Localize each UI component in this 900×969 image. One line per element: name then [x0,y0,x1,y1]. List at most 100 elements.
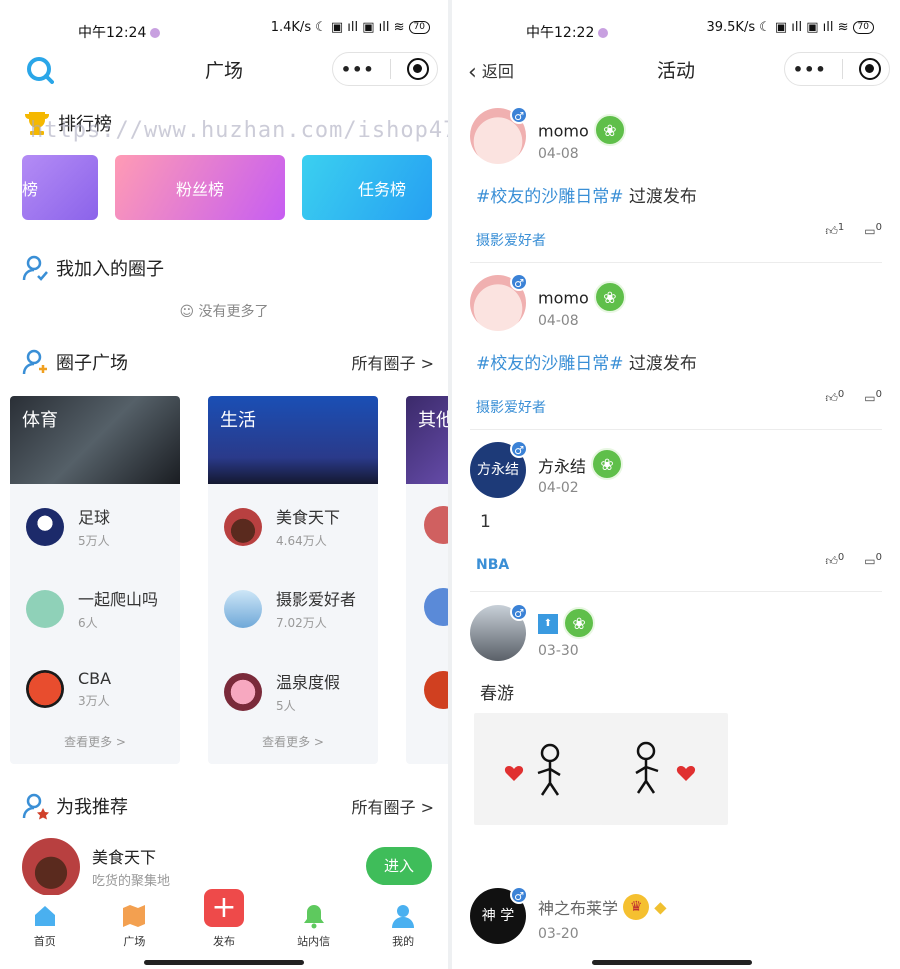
enter-circle-button[interactable]: 进入 [366,847,432,885]
post-circle-tag[interactable]: NBA [476,557,509,573]
tab-home[interactable]: 首页 [0,895,90,955]
user-icon [392,905,415,928]
mini-program-capsule: ••• [784,52,890,86]
diamond-icon: ◆ [654,897,667,917]
category-banner[interactable]: 生活 [208,396,378,484]
category-banner[interactable]: 其他 [406,396,448,484]
category-banner-label: 生活 [220,410,256,431]
post-date: 04-08 [538,146,579,162]
tab-label: 发布 [212,935,235,948]
avatar [424,671,448,709]
activity-post[interactable]: ♂ momo ❀ 04-08 #校友的沙雕日常# 过渡发布 摄影爱好者 👍︎0 … [470,273,882,430]
close-miniprogram-icon[interactable] [407,58,430,80]
post-date: 04-02 [538,480,579,496]
male-icon: ♂ [510,273,528,291]
like-button[interactable]: 👍︎0 [825,389,844,406]
status-bar: 中午12:24 1.4K/s ☾ ▣ ıll ▣ ıll ≋ 70 [0,0,448,60]
tab-label: 广场 [123,935,146,948]
avatar [22,838,80,896]
circle-member-count: 5人 [276,699,296,713]
post-circle-tag[interactable]: 摄影爱好者 [476,397,546,417]
more-menu-icon[interactable]: ••• [793,60,827,79]
stickman-heart-image [504,743,561,796]
activity-post[interactable]: 方永结 ♂ 方永结 ❀ 04-02 1 NBA 👍︎0 ▭0 [470,440,882,592]
activity-post[interactable]: ♂ momo ❀ 04-08 #校友的沙雕日常# 过渡发布 摄影爱好者 👍︎1 … [470,106,882,263]
close-miniprogram-icon[interactable] [859,58,882,80]
plus-icon: + [203,889,244,927]
comment-button[interactable]: ▭0 [864,389,882,406]
circle-item[interactable]: CBA 3万人 [26,669,111,709]
avatar [26,589,64,628]
circle-item[interactable]: 美食天下 4.64万人 [224,504,340,549]
see-more-link[interactable]: 查看更多 > [10,733,180,750]
post-content: #校友的沙雕日常# 过渡发布 [476,182,697,207]
comment-button[interactable]: ▭0 [864,222,882,239]
post-date: 04-08 [538,313,579,329]
status-icons: 1.4K/s ☾ ▣ ıll ▣ ıll ≋ 70 [271,20,430,35]
post-date: 03-30 [538,643,579,659]
post-author: ⬆ ❀ [538,607,596,639]
see-more-link[interactable]: 查看更多 > [208,733,378,750]
tab-messages[interactable]: 站内信 [269,895,359,955]
all-circles-link[interactable]: 所有圈子 > [352,794,435,818]
post-actions: 👍︎1 ▭0 [825,222,882,239]
comment-button[interactable]: ▭0 [864,552,882,569]
joined-title: 我加入的圈子 [56,259,164,280]
post-topic[interactable]: #校友的沙雕日常# [476,354,624,374]
rank-card-1[interactable]: 榜 [22,155,98,220]
status-bar: 中午12:22 39.5K/s ☾ ▣ ıll ▣ ıll ≋ 70 [452,0,900,60]
more-menu-icon[interactable]: ••• [341,60,375,79]
leaf-badge-icon: ❀ [593,114,626,146]
post-text: 过渡发布 [623,187,697,207]
tab-bar: 首页 广场 + 发布 站内信 我的 [0,889,448,955]
post-text: 春游 [480,684,514,704]
post-circle-tag[interactable]: 摄影爱好者 [476,230,546,250]
circle-member-count: 3万人 [78,694,110,708]
post-actions: 👍︎0 ▭0 [825,552,882,569]
recommend-header: 为我推荐 [22,792,128,820]
post-topic[interactable]: #校友的沙雕日常# [476,187,624,207]
category-banner-label: 体育 [22,410,58,431]
circle-name: 摄影爱好者 [276,590,357,609]
circle-item[interactable]: 一起爬山吗 6人 [26,586,158,631]
post-content: #校友的沙雕日常# 过渡发布 [476,349,697,374]
circle-member-count: 6人 [78,616,98,630]
avatar [224,672,262,711]
post-text: 1 [480,512,491,532]
tab-publish[interactable]: + 发布 [179,889,269,955]
rank-card-fans[interactable]: 粉丝榜 [115,155,285,220]
category-banner[interactable]: 体育 [10,396,180,484]
plaza-screen: 中午12:24 1.4K/s ☾ ▣ ıll ▣ ıll ≋ 70 广场 ••• 排… [0,0,448,969]
activity-post[interactable]: ♂ ⬆ ❀ 03-30 春游 [470,603,882,875]
stickman-heart-image [635,741,696,794]
circle-item[interactable]: 温泉度假 5人 [224,669,340,714]
male-icon: ♂ [510,886,528,904]
status-icons: 39.5K/s ☾ ▣ ıll ▣ ıll ≋ 70 [706,20,874,35]
activity-post[interactable]: 神 学 ♂ 神之布莱学 ♛ ◆ 03-20 [470,886,882,958]
circle-category-card: 其他 [406,396,448,764]
recommend-circle-name[interactable]: 美食天下 [92,844,156,868]
rank-card-tasks[interactable]: 任务榜 [302,155,432,220]
post-author: 神之布莱学 ♛ ◆ [538,894,667,920]
post-image[interactable] [600,713,728,825]
like-button[interactable]: 👍︎0 [825,552,844,569]
post-author: momo ❀ [538,114,626,146]
circle-item[interactable]: 足球 5万人 [26,504,110,549]
nav-bar: 广场 ••• [0,52,448,88]
post-image[interactable] [474,713,602,825]
post-date: 03-20 [538,926,579,942]
all-circles-link[interactable]: 所有圈子 > [352,350,435,374]
circle-member-count: 7.02万人 [276,616,327,630]
post-actions: 👍︎0 ▭0 [825,389,882,406]
circle-name: CBA [78,669,112,688]
user-check-icon [22,255,48,281]
leaf-badge-icon: ❀ [593,281,626,313]
male-icon: ♂ [510,440,528,458]
tab-label: 首页 [33,935,56,948]
leaf-badge-icon: ❀ [563,607,596,639]
circle-item[interactable]: 摄影爱好者 7.02万人 [224,586,356,631]
mini-program-capsule: ••• [332,52,438,86]
tab-plaza[interactable]: 广场 [90,895,180,955]
tab-profile[interactable]: 我的 [358,895,448,955]
like-button[interactable]: 👍︎1 [825,222,844,239]
